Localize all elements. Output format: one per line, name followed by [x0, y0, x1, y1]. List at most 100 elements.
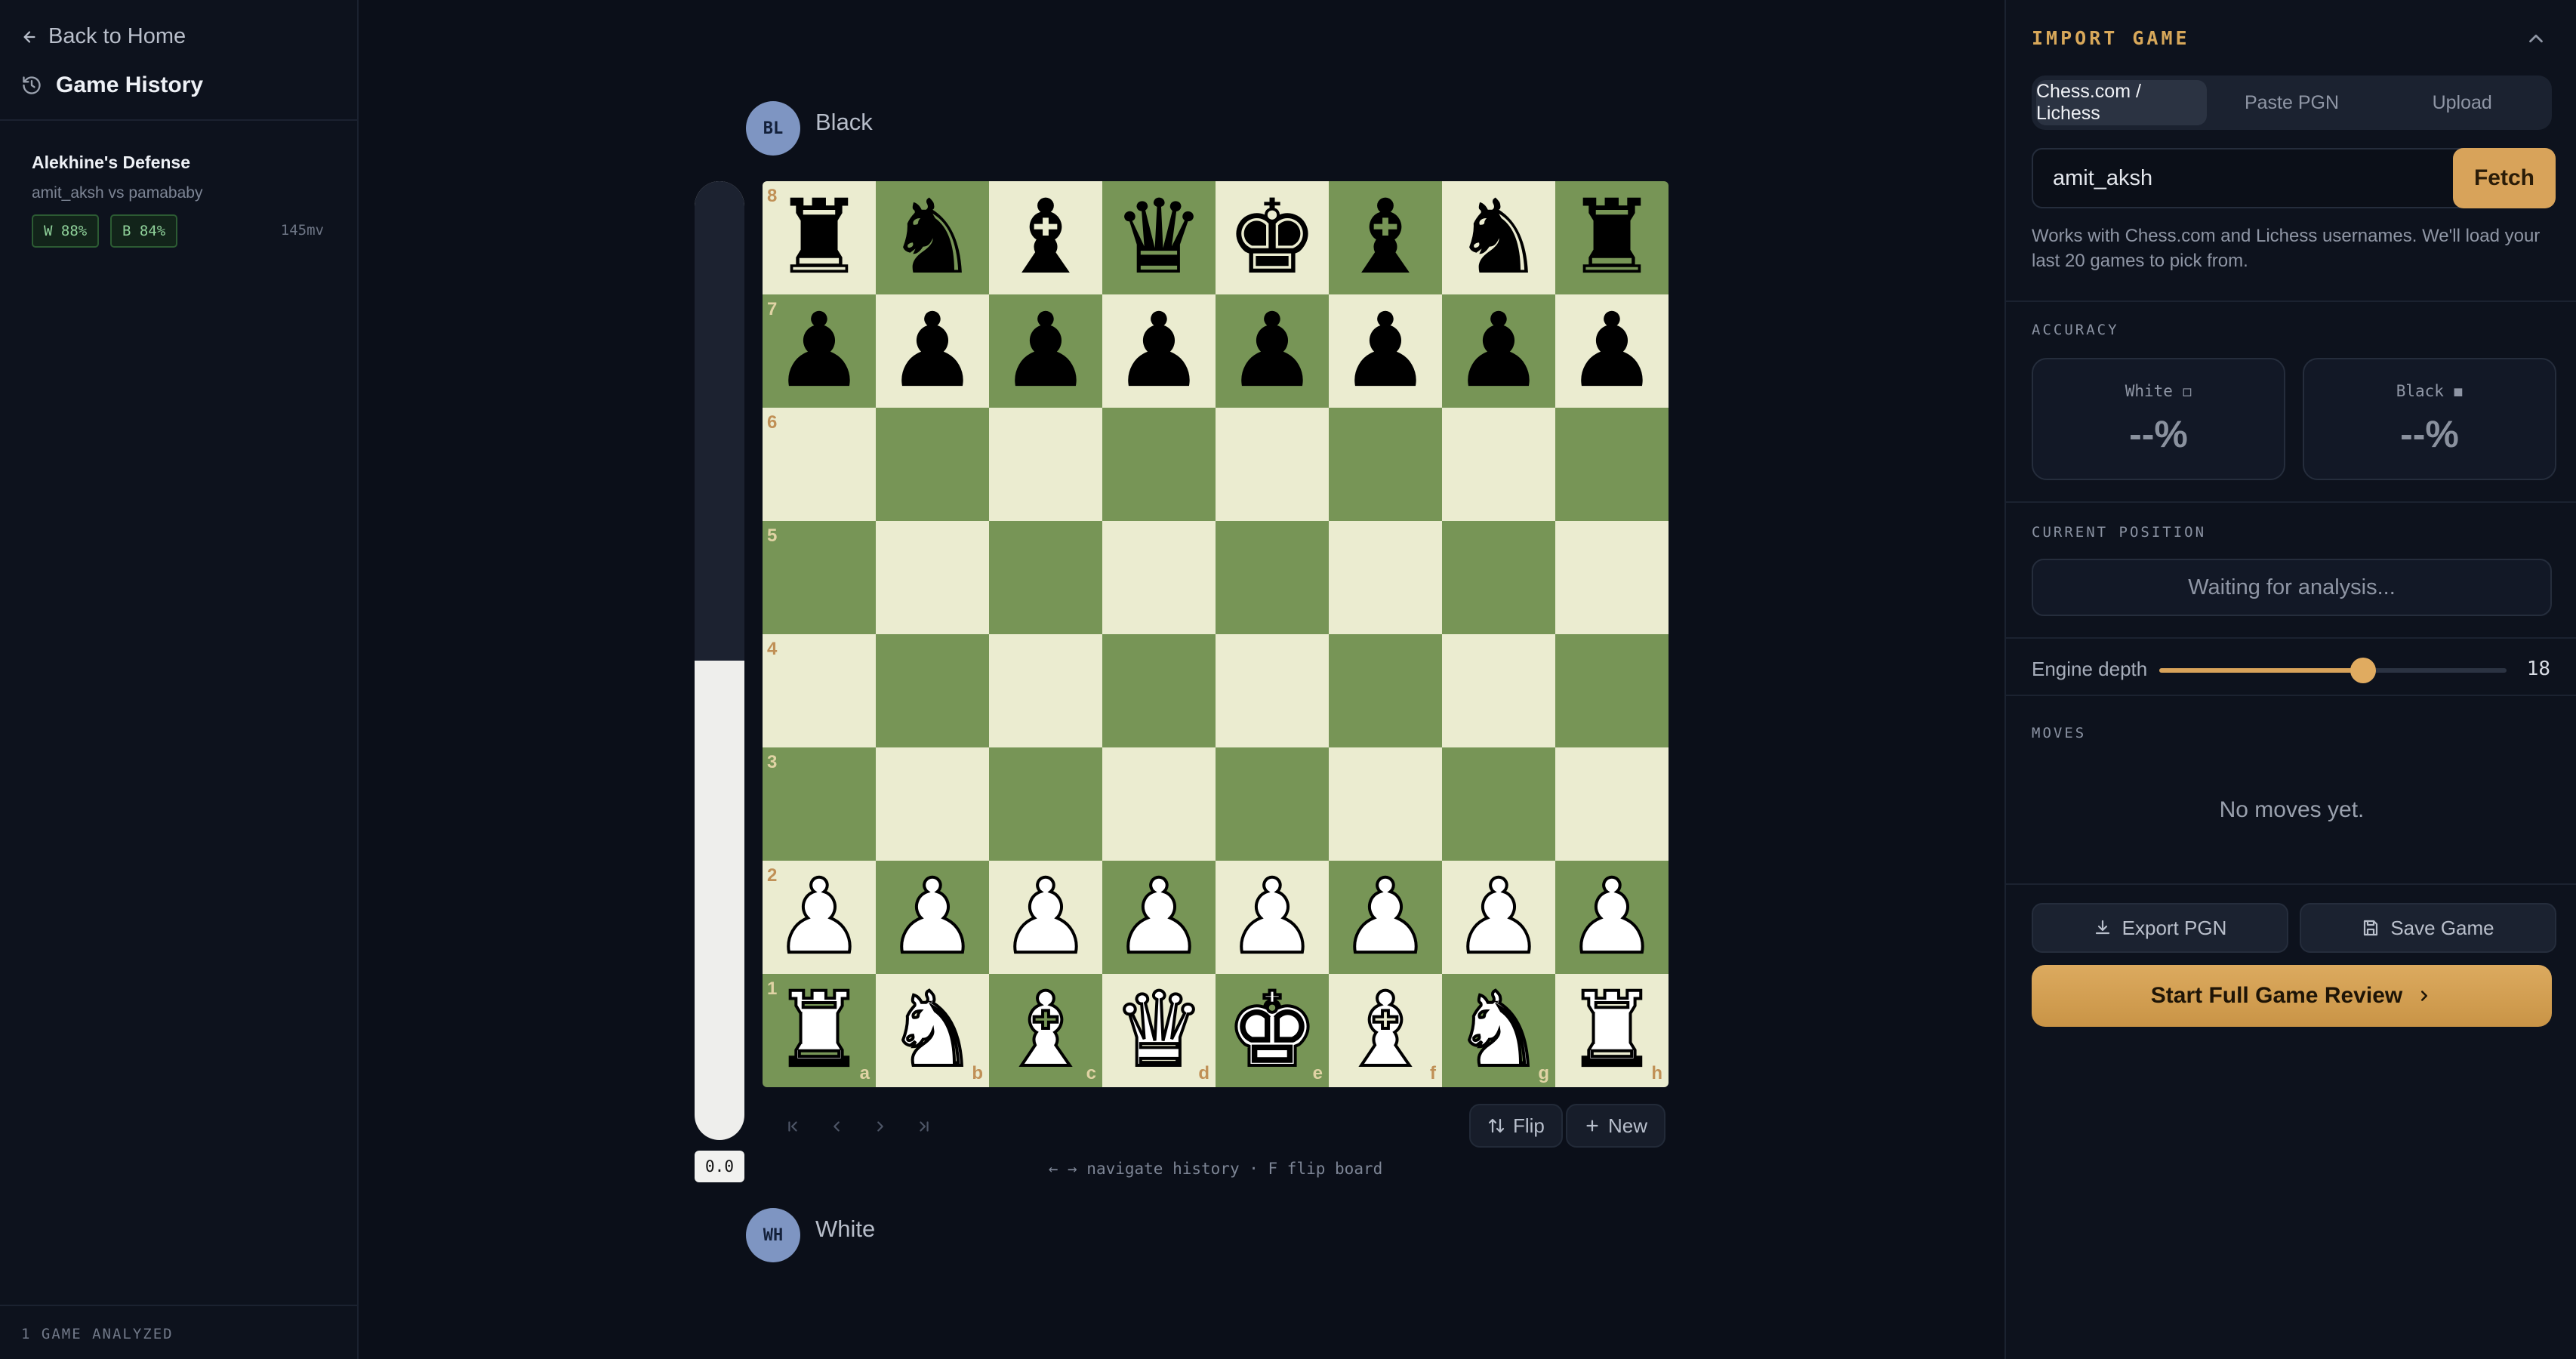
chess-board[interactable]: 8 ♜ ♞ ♝ ♛ ♚ ♝ ♞ ♜ 7 ♟ ♟ ♟ ♟ ♟ ♟ ♟ ♟ 6 5 4 3 2 ♟ ♟ ♟ ♟ ♟ ♟ ♟ ♟ 1 a ♜ b ♞ c ♝ d ♛… [763, 181, 1669, 1087]
square-b5[interactable] [876, 521, 989, 634]
black-rook-icon[interactable]: ♜ [773, 186, 865, 289]
flip-board-button[interactable]: Flip [1469, 1104, 1563, 1148]
tab-paste-pgn[interactable]: Paste PGN [2207, 80, 2377, 125]
white-knight-icon[interactable]: ♞ [885, 978, 980, 1083]
black-knight-icon[interactable]: ♞ [1453, 186, 1545, 289]
square-a5[interactable]: 5 [763, 521, 876, 634]
square-g5[interactable] [1442, 521, 1555, 634]
square-c1[interactable]: c ♝ [989, 974, 1102, 1087]
square-g8[interactable]: ♞ [1442, 181, 1555, 294]
square-d4[interactable] [1102, 634, 1216, 747]
square-f7[interactable]: ♟ [1329, 294, 1442, 408]
black-king-icon[interactable]: ♚ [1226, 186, 1318, 289]
square-d1[interactable]: d ♛ [1102, 974, 1216, 1087]
white-rook-icon[interactable]: ♜ [772, 978, 867, 1083]
last-move-button[interactable] [907, 1110, 941, 1143]
square-h8[interactable]: ♜ [1555, 181, 1669, 294]
start-review-button[interactable]: Start Full Game Review [2032, 965, 2552, 1027]
square-d2[interactable]: ♟ [1102, 861, 1216, 974]
square-g2[interactable]: ♟ [1442, 861, 1555, 974]
square-f5[interactable] [1329, 521, 1442, 634]
square-g4[interactable] [1442, 634, 1555, 747]
white-pawn-icon[interactable]: ♟ [885, 864, 980, 970]
new-game-button[interactable]: New [1566, 1104, 1666, 1148]
white-bishop-icon[interactable]: ♝ [1338, 978, 1433, 1083]
white-pawn-icon[interactable]: ♟ [1451, 864, 1546, 970]
square-a8[interactable]: 8 ♜ [763, 181, 876, 294]
square-h2[interactable]: ♟ [1555, 861, 1669, 974]
chevron-up-icon[interactable] [2525, 27, 2547, 50]
black-bishop-icon[interactable]: ♝ [1000, 186, 1092, 289]
square-c3[interactable] [989, 747, 1102, 861]
square-a3[interactable]: 3 [763, 747, 876, 861]
square-a2[interactable]: 2 ♟ [763, 861, 876, 974]
white-pawn-icon[interactable]: ♟ [772, 864, 867, 970]
white-pawn-icon[interactable]: ♟ [998, 864, 1093, 970]
white-pawn-icon[interactable]: ♟ [1564, 864, 1659, 970]
black-queen-icon[interactable]: ♛ [1113, 186, 1205, 289]
square-f1[interactable]: f ♝ [1329, 974, 1442, 1087]
square-a4[interactable]: 4 [763, 634, 876, 747]
square-b8[interactable]: ♞ [876, 181, 989, 294]
white-rook-icon[interactable]: ♜ [1564, 978, 1659, 1083]
first-move-button[interactable] [776, 1110, 809, 1143]
game-history-item[interactable]: Alekhine's Defense amit_aksh vs pamababy… [0, 140, 359, 261]
next-move-button[interactable] [864, 1110, 897, 1143]
square-a7[interactable]: 7 ♟ [763, 294, 876, 408]
black-pawn-icon[interactable]: ♟ [1566, 300, 1658, 402]
save-game-button[interactable]: Save Game [2300, 903, 2556, 953]
square-a1[interactable]: 1 a ♜ [763, 974, 876, 1087]
square-e2[interactable]: ♟ [1216, 861, 1329, 974]
square-e1[interactable]: e ♚ [1216, 974, 1329, 1087]
back-to-home-link[interactable]: Back to Home [21, 24, 186, 49]
square-f6[interactable] [1329, 408, 1442, 521]
username-input[interactable] [2032, 148, 2482, 208]
square-h7[interactable]: ♟ [1555, 294, 1669, 408]
square-e7[interactable]: ♟ [1216, 294, 1329, 408]
fetch-button[interactable]: Fetch [2453, 148, 2556, 208]
white-pawn-icon[interactable]: ♟ [1111, 864, 1206, 970]
square-b2[interactable]: ♟ [876, 861, 989, 974]
engine-depth-slider-thumb[interactable] [2350, 658, 2376, 683]
black-pawn-icon[interactable]: ♟ [1226, 300, 1318, 402]
square-h4[interactable] [1555, 634, 1669, 747]
square-e4[interactable] [1216, 634, 1329, 747]
square-b6[interactable] [876, 408, 989, 521]
square-d3[interactable] [1102, 747, 1216, 861]
square-c8[interactable]: ♝ [989, 181, 1102, 294]
previous-move-button[interactable] [820, 1110, 853, 1143]
square-g7[interactable]: ♟ [1442, 294, 1555, 408]
square-e8[interactable]: ♚ [1216, 181, 1329, 294]
square-f2[interactable]: ♟ [1329, 861, 1442, 974]
export-pgn-button[interactable]: Export PGN [2032, 903, 2288, 953]
white-knight-icon[interactable]: ♞ [1451, 978, 1546, 1083]
black-pawn-icon[interactable]: ♟ [773, 300, 865, 402]
square-a6[interactable]: 6 [763, 408, 876, 521]
white-pawn-icon[interactable]: ♟ [1225, 864, 1320, 970]
black-bishop-icon[interactable]: ♝ [1339, 186, 1431, 289]
square-d7[interactable]: ♟ [1102, 294, 1216, 408]
square-h5[interactable] [1555, 521, 1669, 634]
square-g1[interactable]: g ♞ [1442, 974, 1555, 1087]
black-pawn-icon[interactable]: ♟ [1339, 300, 1431, 402]
black-pawn-icon[interactable]: ♟ [1453, 300, 1545, 402]
square-h3[interactable] [1555, 747, 1669, 861]
white-king-icon[interactable]: ♚ [1225, 978, 1320, 1083]
square-f4[interactable] [1329, 634, 1442, 747]
engine-depth-slider[interactable] [2159, 658, 2507, 683]
black-pawn-icon[interactable]: ♟ [1113, 300, 1205, 402]
black-rook-icon[interactable]: ♜ [1566, 186, 1658, 289]
black-knight-icon[interactable]: ♞ [886, 186, 978, 289]
square-c2[interactable]: ♟ [989, 861, 1102, 974]
square-e5[interactable] [1216, 521, 1329, 634]
square-c6[interactable] [989, 408, 1102, 521]
square-d6[interactable] [1102, 408, 1216, 521]
square-f3[interactable] [1329, 747, 1442, 861]
tab-upload[interactable]: Upload [2377, 80, 2547, 125]
white-pawn-icon[interactable]: ♟ [1338, 864, 1433, 970]
square-d8[interactable]: ♛ [1102, 181, 1216, 294]
square-b7[interactable]: ♟ [876, 294, 989, 408]
black-pawn-icon[interactable]: ♟ [1000, 300, 1092, 402]
white-queen-icon[interactable]: ♛ [1111, 978, 1206, 1083]
square-e3[interactable] [1216, 747, 1329, 861]
